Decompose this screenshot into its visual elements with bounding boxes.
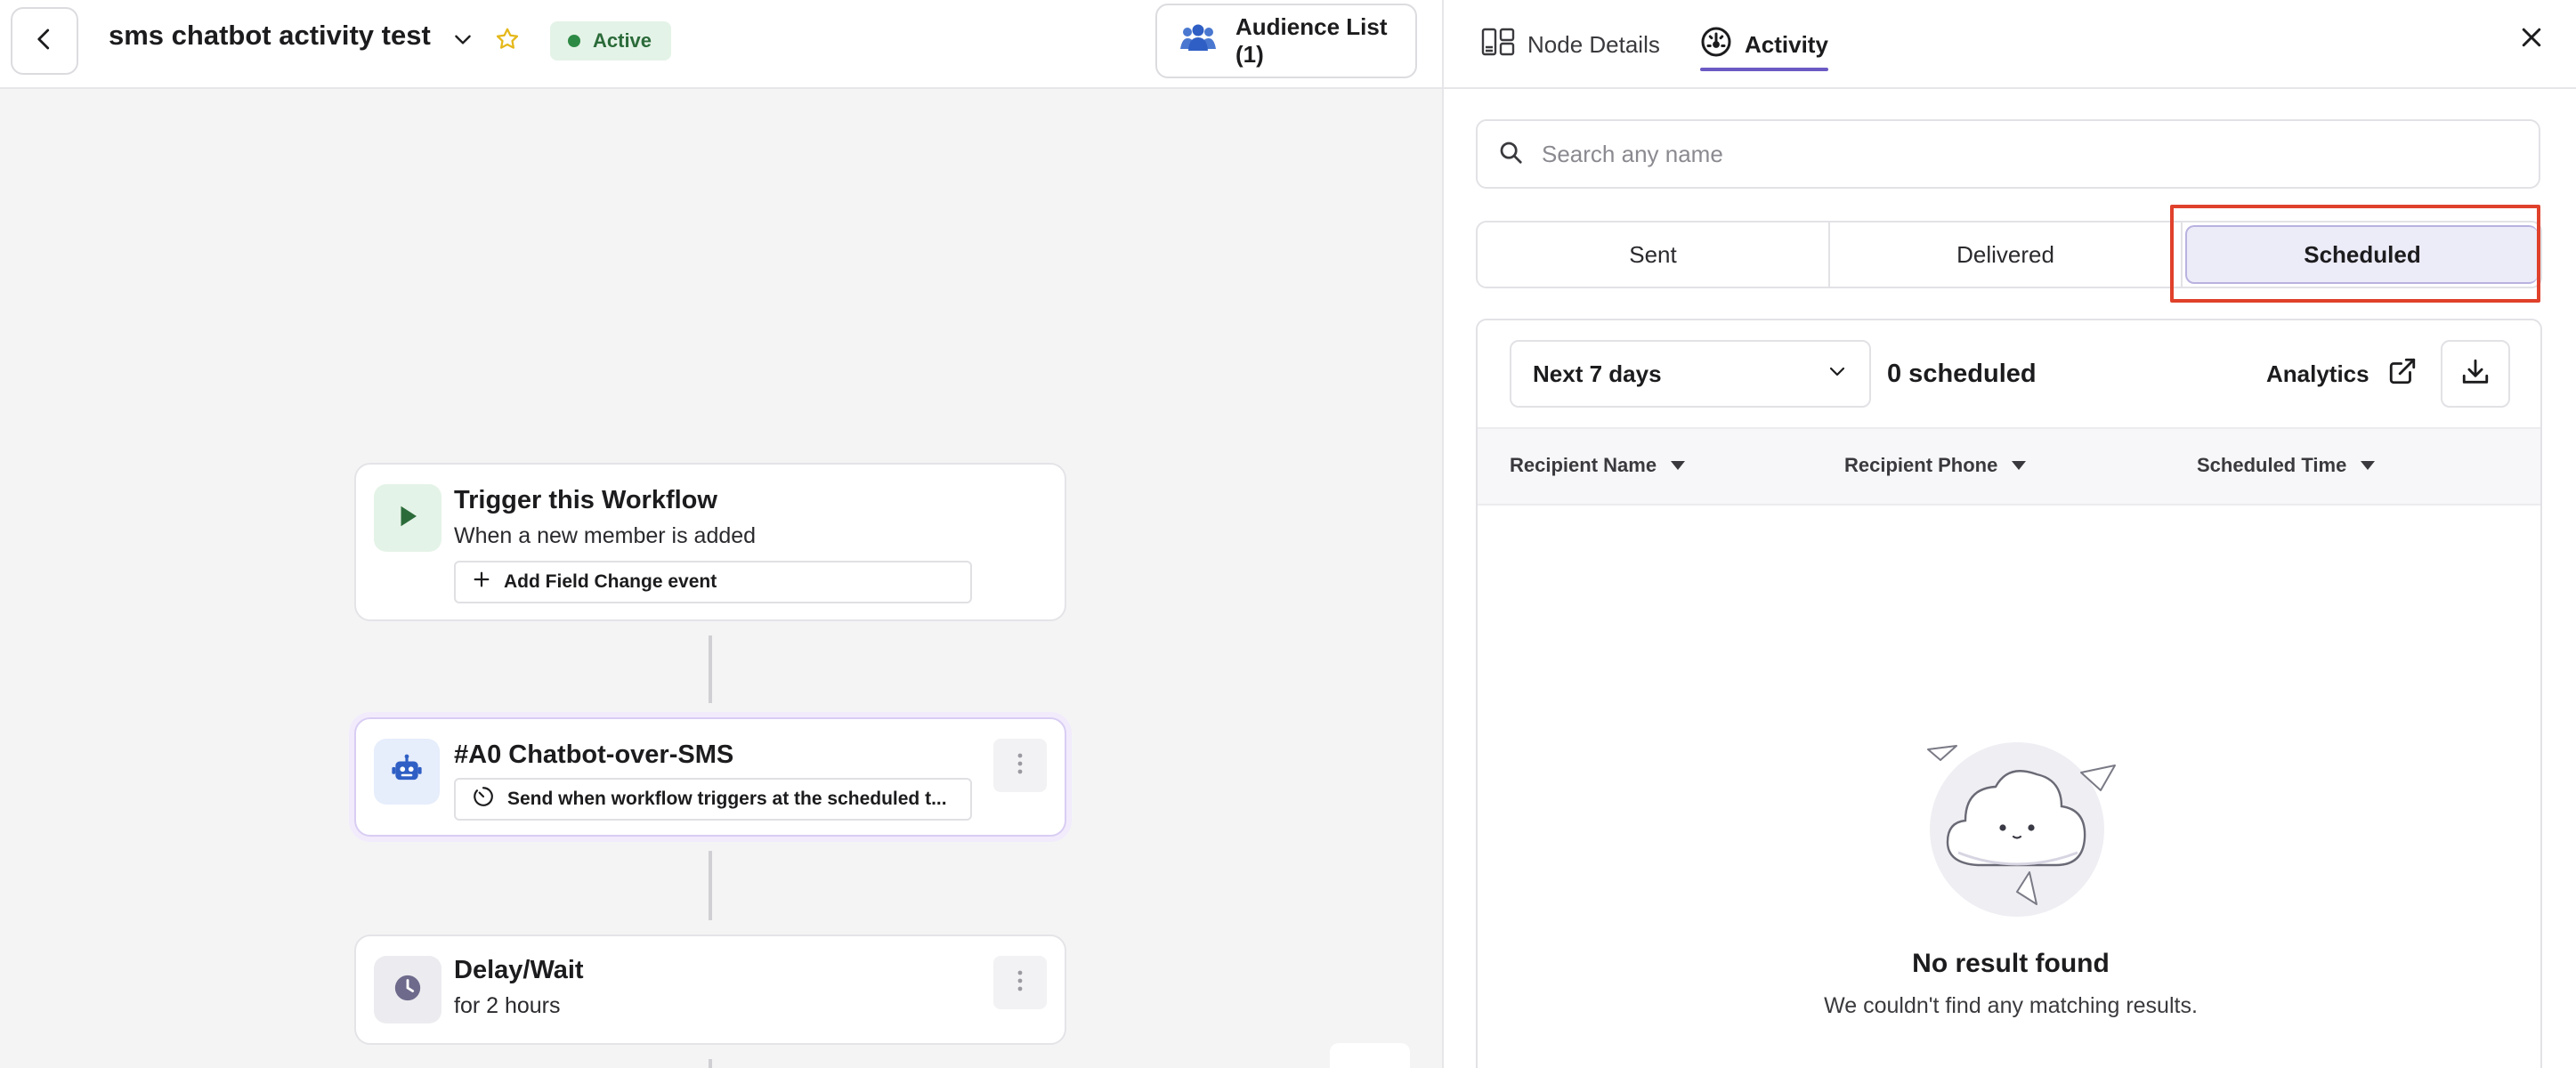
column-recipient-phone[interactable]: Recipient Phone: [1844, 454, 2027, 477]
plus-icon: [472, 570, 491, 595]
status-label: Active: [593, 29, 652, 52]
sort-caret-icon: [2012, 461, 2027, 470]
chevron-left-icon: [31, 26, 58, 57]
gauge-icon: [1700, 26, 1732, 64]
trigger-node-icon-box: [374, 484, 441, 552]
favorite-button[interactable]: [490, 23, 525, 59]
send-schedule-chip[interactable]: Send when workflow triggers at the sched…: [454, 778, 972, 821]
empty-state-cloud-illustration: [1903, 739, 2126, 939]
canvas-control[interactable]: [1330, 1043, 1410, 1068]
timer-icon: [472, 785, 495, 813]
node-details-icon: [1481, 28, 1515, 62]
chatbot-node-menu-button[interactable]: [993, 739, 1047, 792]
scheduled-count: 0 scheduled: [1887, 360, 2037, 388]
status-dot-icon: [568, 35, 580, 47]
robot-icon: [390, 753, 424, 791]
download-icon: [2460, 357, 2491, 392]
search-input[interactable]: [1542, 140, 2521, 168]
send-schedule-label: Send when workflow triggers at the sched…: [507, 789, 947, 809]
search-box: [1476, 119, 2540, 189]
external-link-icon: [2387, 356, 2418, 392]
trigger-node-subtitle: When a new member is added: [454, 523, 757, 548]
chevron-down-icon: [451, 28, 474, 55]
segment-sent[interactable]: Sent: [1478, 222, 1830, 287]
add-field-change-event-label: Add Field Change event: [504, 571, 717, 592]
tab-activity-label: Activity: [1745, 30, 1828, 58]
audience-list-button[interactable]: Audience List (1): [1155, 4, 1417, 78]
more-vertical-icon: [1016, 968, 1025, 998]
chevron-down-icon: [1827, 360, 1848, 388]
empty-state-subtitle: We couldn't find any matching results.: [1824, 993, 2198, 1018]
star-icon: [494, 26, 521, 57]
chatbot-node[interactable]: #A0 Chatbot-over-SMS Send when workflow …: [354, 717, 1066, 837]
empty-state-title: No result found: [1912, 949, 2110, 978]
sort-caret-icon: [2361, 461, 2376, 470]
connector-line: [709, 1059, 712, 1068]
tab-node-details[interactable]: Node Details: [1481, 20, 1660, 69]
status-badge: Active: [550, 21, 672, 61]
download-button[interactable]: [2441, 340, 2510, 408]
tab-node-details-label: Node Details: [1527, 30, 1660, 58]
delay-node-subtitle: for 2 hours: [454, 993, 561, 1018]
back-button[interactable]: [11, 7, 78, 75]
status-segmented-control: Sent Delivered Scheduled: [1476, 221, 2542, 288]
column-label: Scheduled Time: [2197, 454, 2347, 476]
panel-header: Node Details Activity: [1444, 0, 2576, 89]
date-range-select[interactable]: Next 7 days: [1510, 340, 1871, 408]
segment-scheduled[interactable]: Scheduled: [2185, 225, 2538, 284]
column-recipient-name[interactable]: Recipient Name: [1510, 454, 1686, 477]
add-field-change-event-button[interactable]: Add Field Change event: [454, 561, 972, 603]
trigger-node-title: Trigger this Workflow: [454, 486, 717, 514]
delay-node-title: Delay/Wait: [454, 956, 584, 984]
sort-caret-icon: [1671, 461, 1686, 470]
column-label: Recipient Name: [1510, 454, 1657, 476]
delay-node-icon-box: [374, 956, 441, 1024]
workflow-header: sms chatbot activity test Active Audienc…: [0, 0, 1442, 89]
play-icon: [394, 503, 421, 534]
delay-node[interactable]: Delay/Wait for 2 hours: [354, 934, 1066, 1045]
date-range-value: Next 7 days: [1533, 360, 1662, 387]
segment-delivered[interactable]: Delivered: [1830, 222, 2183, 287]
analytics-label: Analytics: [2266, 360, 2369, 387]
chatbot-node-title: #A0 Chatbot-over-SMS: [454, 740, 734, 769]
delay-node-menu-button[interactable]: [993, 956, 1047, 1009]
audience-list-label: Audience List (1): [1235, 13, 1388, 68]
active-tab-underline: [1700, 68, 1828, 71]
analytics-link[interactable]: Analytics: [2266, 352, 2418, 395]
tab-activity[interactable]: Activity: [1700, 20, 1828, 71]
connector-line: [709, 635, 712, 703]
table-header: Recipient Name Recipient Phone Scheduled…: [1478, 427, 2540, 506]
close-icon: [2518, 24, 2545, 55]
workflow-title: sms chatbot activity test: [109, 20, 431, 51]
chatbot-node-icon-box: [374, 739, 440, 805]
users-group-icon: [1179, 22, 1218, 61]
more-vertical-icon: [1016, 751, 1025, 781]
trigger-node[interactable]: Trigger this Workflow When a new member …: [354, 463, 1066, 621]
connector-line: [709, 851, 712, 920]
title-dropdown-button[interactable]: [445, 23, 481, 59]
results-card: Next 7 days 0 scheduled Analytics Recipi…: [1476, 319, 2542, 1068]
activity-panel: Node Details Activity Search any name Se…: [1442, 0, 2576, 1068]
close-panel-button[interactable]: [2512, 20, 2551, 59]
search-icon: [1497, 139, 1524, 170]
clock-icon: [393, 973, 423, 1007]
column-scheduled-time[interactable]: Scheduled Time: [2197, 454, 2376, 477]
column-label: Recipient Phone: [1844, 454, 1998, 476]
